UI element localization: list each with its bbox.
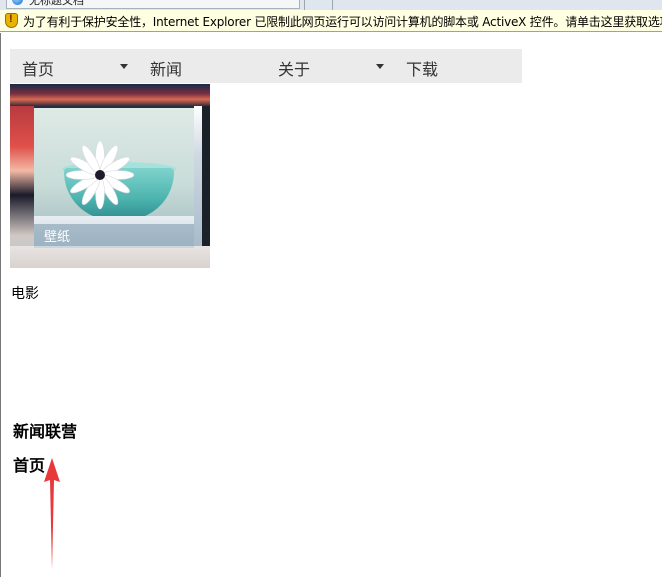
security-shield-icon (5, 13, 18, 28)
nav-menu: 首页 新闻 关于 下载 (10, 49, 522, 83)
wallpaper-thumbnail[interactable]: 壁纸 (10, 84, 210, 268)
thumbnail-background (10, 84, 210, 106)
browser-tab[interactable]: 无标题文档 (6, 0, 300, 9)
nav-item-home[interactable]: 首页 (10, 49, 138, 83)
ie-icon (12, 0, 23, 5)
nav-item-about[interactable]: 关于 (266, 49, 394, 83)
red-arrow-annotation-icon (44, 458, 60, 570)
nav-item-label: 关于 (278, 60, 311, 79)
thumbnail-background (202, 106, 210, 246)
thumbnail-background (10, 246, 210, 268)
ie-information-bar[interactable]: 为了有利于保护安全性，Internet Explorer 已限制此网页运行可以访… (0, 10, 662, 32)
browser-tab-title: 无标题文档 (29, 0, 84, 7)
thumbnail-caption: 壁纸 (44, 230, 71, 245)
nav-item-label: 新闻 (150, 60, 183, 79)
nav-item-news[interactable]: 新闻 (138, 49, 266, 83)
nav-item-label: 首页 (22, 60, 55, 79)
infobar-message[interactable]: 为了有利于保护安全性，Internet Explorer 已限制此网页运行可以访… (23, 13, 662, 30)
movie-link[interactable]: 电影 (11, 283, 39, 303)
thumbnail-background (10, 106, 34, 268)
tab-separator (304, 0, 305, 10)
nav-item-download[interactable]: 下载 (394, 49, 522, 83)
dropdown-caret-icon (120, 64, 128, 69)
dropdown-caret-icon (376, 64, 384, 69)
nav-item-label: 下载 (406, 60, 439, 79)
tab-separator (332, 0, 333, 10)
news-heading: 新闻联营 (13, 422, 78, 441)
